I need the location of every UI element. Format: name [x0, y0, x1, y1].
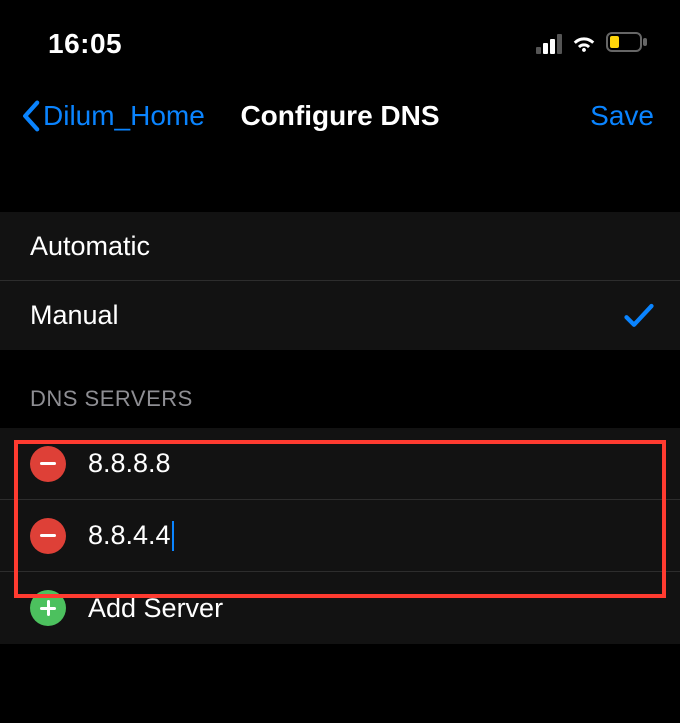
back-label: Dilum_Home [43, 100, 205, 132]
mode-list: Automatic Manual [0, 212, 680, 350]
checkmark-icon [624, 303, 654, 329]
status-icons [536, 31, 648, 58]
dns-servers-header: DNS SERVERS [0, 386, 680, 428]
status-time: 16:05 [48, 28, 122, 60]
add-server-row[interactable]: Add Server [0, 572, 680, 644]
remove-server-button[interactable] [30, 446, 66, 482]
wifi-icon [570, 31, 598, 58]
server-address[interactable]: 8.8.4.4 [88, 520, 174, 551]
text-cursor [172, 521, 174, 551]
mode-manual-row[interactable]: Manual [0, 281, 680, 350]
status-bar: 16:05 [0, 0, 680, 70]
battery-icon [606, 32, 648, 57]
mode-manual-label: Manual [30, 300, 119, 331]
nav-bar: Dilum_Home Configure DNS Save [0, 70, 680, 156]
remove-server-button[interactable] [30, 518, 66, 554]
back-button[interactable]: Dilum_Home [20, 100, 205, 132]
chevron-left-icon [20, 100, 41, 132]
server-row[interactable]: 8.8.8.8 [0, 428, 680, 500]
add-server-button[interactable] [30, 590, 66, 626]
server-address[interactable]: 8.8.8.8 [88, 448, 171, 479]
page-title: Configure DNS [240, 100, 439, 132]
mode-automatic-row[interactable]: Automatic [0, 212, 680, 281]
save-button[interactable]: Save [590, 100, 654, 132]
dns-server-list: 8.8.8.8 8.8.4.4 Add Server [0, 428, 680, 644]
add-server-label: Add Server [88, 593, 223, 624]
server-row[interactable]: 8.8.4.4 [0, 500, 680, 572]
cellular-icon [536, 34, 562, 54]
mode-automatic-label: Automatic [30, 231, 150, 262]
